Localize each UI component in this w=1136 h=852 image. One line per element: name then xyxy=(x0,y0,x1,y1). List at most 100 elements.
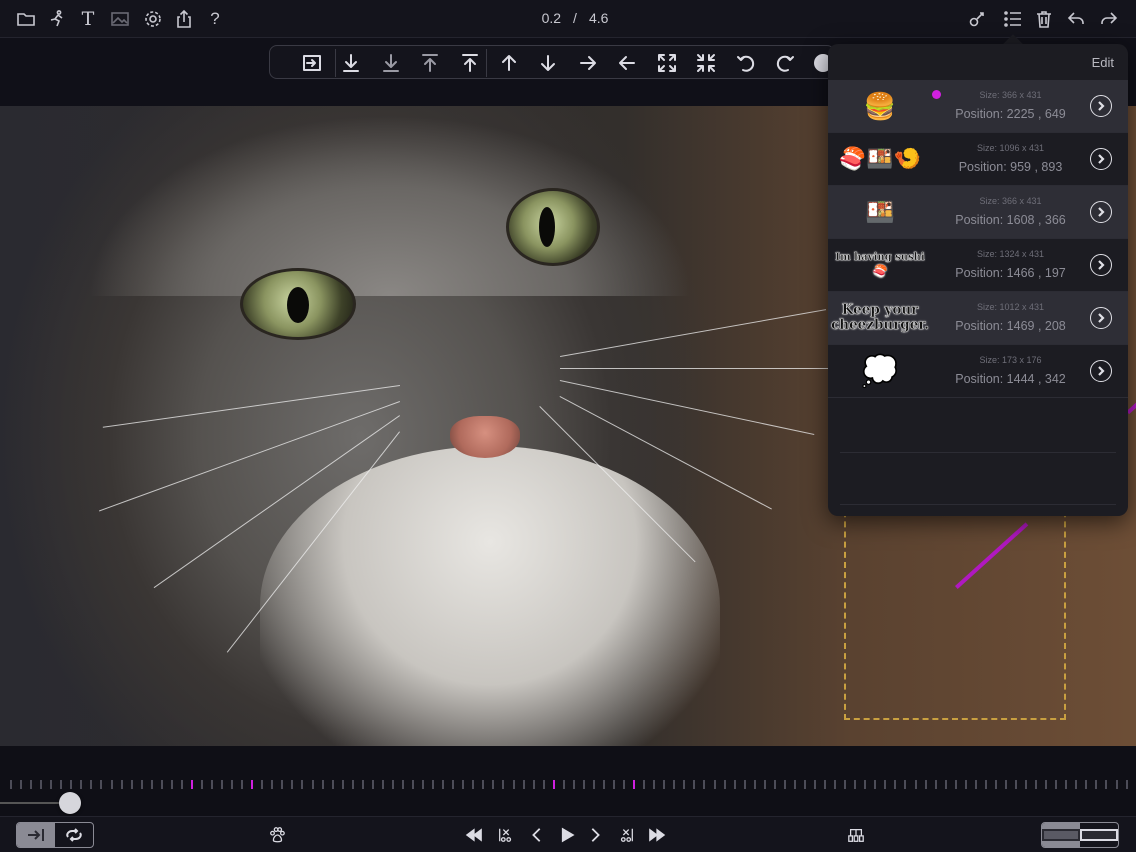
chevron-right-icon[interactable] xyxy=(1090,254,1112,276)
trash-icon[interactable] xyxy=(1031,6,1057,32)
help-question-icon[interactable]: ? xyxy=(202,6,228,32)
nudge-right-icon[interactable] xyxy=(575,51,601,75)
move-up-layer-icon[interactable] xyxy=(417,51,443,75)
layer-thumbnail: Keep your cheezburger. xyxy=(831,302,929,333)
move-down-layer-icon[interactable] xyxy=(378,51,404,75)
keyframe-tick xyxy=(633,780,636,789)
layer-size: Size: 366 x 431 xyxy=(979,90,1042,100)
loop-icon[interactable] xyxy=(55,823,93,847)
paw-icon[interactable] xyxy=(265,824,289,846)
timeline-tick xyxy=(904,780,907,789)
timeline-tick xyxy=(502,780,505,789)
layer-row[interactable]: 🍱 Size: 366 x 431 Position: 1608 , 366 xyxy=(828,186,1128,239)
rotate-left-icon[interactable] xyxy=(733,51,759,75)
timeline-tick xyxy=(1105,780,1108,789)
folder-icon[interactable] xyxy=(13,6,39,32)
layer-size: Size: 173 x 176 xyxy=(979,355,1042,365)
rotate-right-icon[interactable] xyxy=(772,51,798,75)
timeline-tick xyxy=(1045,780,1048,789)
timeline-tick xyxy=(261,780,264,789)
redo-icon[interactable] xyxy=(1096,6,1122,32)
chevron-right-icon[interactable] xyxy=(1090,201,1112,223)
timeline-tick xyxy=(572,780,575,789)
layer-thumbnail-text: Im having sushi xyxy=(835,251,925,263)
fit-to-frame-icon[interactable] xyxy=(299,51,325,75)
selection-box[interactable] xyxy=(844,491,1066,720)
timeline-tick xyxy=(301,780,304,789)
timeline-tick xyxy=(452,780,455,789)
timeline-tick xyxy=(180,780,183,789)
timeline-tick xyxy=(703,780,706,789)
timeline[interactable] xyxy=(0,746,1136,816)
transform-toolbar xyxy=(269,45,835,79)
trim-end-icon[interactable] xyxy=(614,824,638,846)
layer-position: Position: 1469 , 208 xyxy=(955,319,1066,333)
timeline-tick xyxy=(331,780,334,789)
timeline-tick xyxy=(10,780,12,789)
layers-list-icon[interactable] xyxy=(1000,6,1026,32)
effects-icon[interactable] xyxy=(964,6,990,32)
timeline-tick xyxy=(693,780,696,789)
chevron-right-icon[interactable] xyxy=(1090,307,1112,329)
nudge-down-icon[interactable] xyxy=(535,51,561,75)
timeline-tick xyxy=(673,780,676,789)
rewind-icon[interactable] xyxy=(462,824,486,846)
layer-position: Position: 1608 , 366 xyxy=(955,213,1066,227)
timeline-tick xyxy=(140,780,143,789)
layer-row[interactable]: 🍣🍱🍤 Size: 1096 x 431 Position: 959 , 893 xyxy=(828,133,1128,186)
text-icon[interactable]: T xyxy=(75,6,101,32)
timeline-tick xyxy=(341,780,344,789)
layer-row[interactable]: 💭 Size: 173 x 176 Position: 1444 , 342 xyxy=(828,345,1128,398)
toolbar-divider xyxy=(335,49,336,77)
chevron-right-icon[interactable] xyxy=(1090,95,1112,117)
timeline-ticks xyxy=(0,780,1136,790)
timeline-tick xyxy=(371,780,374,789)
layer-row[interactable]: Im having sushi 🍣 Size: 1324 x 431 Posit… xyxy=(828,239,1128,292)
timeline-tick xyxy=(492,780,495,789)
play-to-end-icon[interactable] xyxy=(17,823,55,847)
undo-icon[interactable] xyxy=(1063,6,1089,32)
chevron-right-icon[interactable] xyxy=(1090,360,1112,382)
edit-button[interactable]: Edit xyxy=(1092,55,1114,70)
step-back-icon[interactable] xyxy=(525,824,549,846)
preview-view-icon[interactable] xyxy=(1080,823,1118,847)
timeline-tick xyxy=(753,780,756,789)
image-icon[interactable] xyxy=(107,6,133,32)
timeline-tick xyxy=(733,780,736,789)
layer-thumbnail-emoji: 🍣 xyxy=(872,263,888,278)
scrubber-handle[interactable] xyxy=(59,792,82,814)
play-icon[interactable] xyxy=(555,824,579,846)
settings-gear-icon[interactable] xyxy=(140,6,166,32)
filmstrip-icon[interactable] xyxy=(844,824,868,846)
timeline-tick xyxy=(723,780,726,789)
move-to-bottom-icon[interactable] xyxy=(338,51,364,75)
cat-right-eye xyxy=(506,188,600,266)
shrink-icon[interactable] xyxy=(693,51,719,75)
share-export-icon[interactable] xyxy=(171,6,197,32)
layer-size: Size: 1012 x 431 xyxy=(976,302,1045,312)
nudge-up-icon[interactable] xyxy=(496,51,522,75)
timeline-tick xyxy=(381,780,384,789)
trim-start-icon[interactable] xyxy=(494,824,518,846)
layer-row[interactable]: Keep your cheezburger. Size: 1012 x 431 … xyxy=(828,292,1128,345)
timeline-tick xyxy=(1035,780,1038,789)
canvas-view-icon[interactable] xyxy=(1042,823,1080,847)
timeline-tick xyxy=(321,780,324,789)
scrubber-track[interactable] xyxy=(0,802,69,804)
expand-icon[interactable] xyxy=(654,51,680,75)
timeline-tick xyxy=(592,780,595,789)
animate-figure-icon[interactable] xyxy=(44,6,70,32)
fast-forward-icon[interactable] xyxy=(645,824,669,846)
timeline-tick xyxy=(1085,780,1088,789)
timeline-tick xyxy=(1004,780,1007,789)
move-to-top-icon[interactable] xyxy=(457,51,483,75)
layers-popover: Edit 🍔 Size: 366 x 431 Position: 2225 , … xyxy=(828,44,1128,516)
step-forward-icon[interactable] xyxy=(583,824,607,846)
nudge-left-icon[interactable] xyxy=(614,51,640,75)
timeline-tick xyxy=(130,780,133,789)
timeline-tick xyxy=(974,780,977,789)
chevron-right-icon[interactable] xyxy=(1090,148,1112,170)
layer-position: Position: 2225 , 649 xyxy=(955,107,1066,121)
timeline-tick xyxy=(1025,780,1028,789)
layer-row[interactable]: 🍔 Size: 366 x 431 Position: 2225 , 649 xyxy=(828,80,1128,133)
